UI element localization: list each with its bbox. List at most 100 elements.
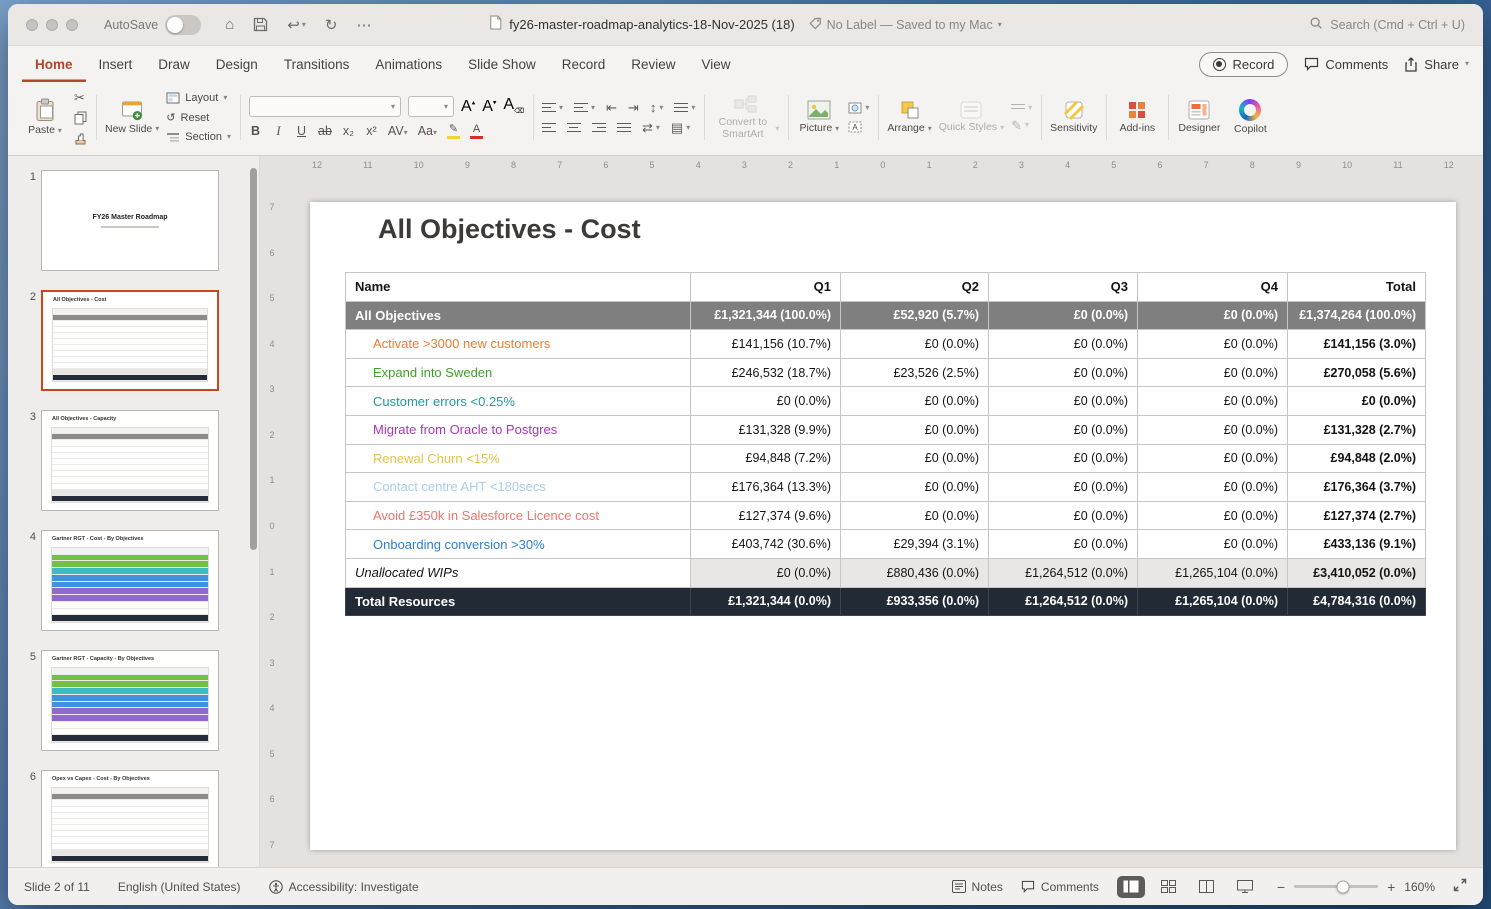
cell-value[interactable]: £131,328 (2.7%) <box>1288 415 1426 444</box>
cell-value[interactable]: £880,436 (0.0%) <box>841 558 989 587</box>
tab-draw[interactable]: Draw <box>145 46 203 82</box>
shape-outline-button[interactable]: ✎▾ <box>1011 119 1032 132</box>
cell-value[interactable]: £0 (0.0%) <box>989 501 1138 530</box>
shapes-button[interactable]: ▾ <box>848 102 869 114</box>
tab-review[interactable]: Review <box>618 46 688 82</box>
row-name[interactable]: Total Resources <box>346 587 691 616</box>
cell-value[interactable]: £270,058 (5.6%) <box>1288 358 1426 387</box>
copy-icon[interactable] <box>74 111 87 125</box>
slide-thumbnail-2[interactable]: 2All Objectives - Cost <box>20 290 259 391</box>
cell-value[interactable]: £0 (0.0%) <box>989 387 1138 416</box>
search-box[interactable]: Search (Cmd + Ctrl + U) <box>1309 4 1465 45</box>
accessibility-status[interactable]: Accessibility: Investigate <box>269 880 419 894</box>
notes-button[interactable]: Notes <box>952 880 1003 894</box>
comments-button[interactable]: Comments <box>1304 57 1388 72</box>
redo-button[interactable]: ↻ <box>325 16 338 34</box>
shape-fill-button[interactable]: ▾ <box>1011 104 1032 112</box>
tab-view[interactable]: View <box>689 46 744 82</box>
cell-value[interactable]: £1,321,344 (100.0%) <box>691 301 841 330</box>
autosave-toggle[interactable] <box>165 15 201 35</box>
row-name[interactable]: Unallocated WIPs <box>346 558 691 587</box>
decrease-indent-button[interactable]: ⇤ <box>606 101 617 114</box>
cell-value[interactable]: £0 (0.0%) <box>1138 387 1288 416</box>
column-header-q1[interactable]: Q1 <box>691 273 841 302</box>
grow-font-button[interactable]: A▴ <box>461 99 475 115</box>
zoom-in-button[interactable]: + <box>1387 880 1395 894</box>
quick-styles-button[interactable]: Quick Styles▾ <box>939 101 1004 134</box>
table-row-7[interactable]: Avoid £350k in Salesforce Licence cost£1… <box>346 501 1426 530</box>
slide-title[interactable]: All Objectives - Cost <box>378 214 641 245</box>
cell-value[interactable]: £0 (0.0%) <box>989 415 1138 444</box>
table-row-2[interactable]: Expand into Sweden£246,532 (18.7%)£23,52… <box>346 358 1426 387</box>
designer-button[interactable]: Designer <box>1177 100 1221 135</box>
tab-animations[interactable]: Animations <box>362 46 455 82</box>
row-name[interactable]: Expand into Sweden <box>346 358 691 387</box>
cell-value[interactable]: £127,374 (9.6%) <box>691 501 841 530</box>
row-name[interactable]: Migrate from Oracle to Postgres <box>346 415 691 444</box>
cell-value[interactable]: £0 (0.0%) <box>1138 501 1288 530</box>
cell-value[interactable]: £0 (0.0%) <box>1138 358 1288 387</box>
cell-value[interactable]: £403,742 (30.6%) <box>691 530 841 559</box>
cell-value[interactable]: £246,532 (18.7%) <box>691 358 841 387</box>
cell-value[interactable]: £1,374,264 (100.0%) <box>1288 301 1426 330</box>
numbering-button[interactable]: ▾ <box>574 103 595 113</box>
tab-transitions[interactable]: Transitions <box>271 46 363 82</box>
cell-value[interactable]: £1,321,344 (0.0%) <box>691 587 841 616</box>
align-left-button[interactable] <box>542 123 556 133</box>
cell-value[interactable]: £141,156 (10.7%) <box>691 330 841 359</box>
superscript-button[interactable]: x² <box>365 125 378 138</box>
row-name[interactable]: Onboarding conversion >30% <box>346 530 691 559</box>
italic-button[interactable]: I <box>272 125 285 138</box>
tab-home[interactable]: Home <box>22 46 86 82</box>
slide-thumbnail-5[interactable]: 5Gartner RGT - Capacity - By Objectives <box>20 650 259 751</box>
cell-value[interactable]: £131,328 (9.9%) <box>691 415 841 444</box>
cell-value[interactable]: £0 (0.0%) <box>841 387 989 416</box>
tab-insert[interactable]: Insert <box>86 46 146 82</box>
save-icon[interactable] <box>253 17 268 32</box>
layout-button[interactable]: Layout▾ <box>166 92 231 104</box>
column-header-q2[interactable]: Q2 <box>841 273 989 302</box>
cell-value[interactable]: £0 (0.0%) <box>989 330 1138 359</box>
copilot-button[interactable]: Copilot <box>1228 99 1272 136</box>
align-center-button[interactable] <box>567 123 581 133</box>
slide-sorter-view-button[interactable] <box>1155 876 1183 898</box>
reading-view-button[interactable] <box>1193 876 1221 898</box>
justify-button[interactable] <box>617 123 631 133</box>
cell-value[interactable]: £433,136 (9.1%) <box>1288 530 1426 559</box>
cell-value[interactable]: £1,264,512 (0.0%) <box>989 587 1138 616</box>
line-spacing-button[interactable]: ↕▾ <box>650 101 664 114</box>
slide-number-indicator[interactable]: Slide 2 of 11 <box>24 880 90 894</box>
align-text-button[interactable]: ▤▾ <box>671 121 690 134</box>
row-name[interactable]: Renewal Churn <15% <box>346 444 691 473</box>
home-icon[interactable]: ⌂ <box>225 16 234 33</box>
cell-value[interactable]: £0 (0.0%) <box>841 444 989 473</box>
cell-value[interactable]: £1,264,512 (0.0%) <box>989 558 1138 587</box>
slide-thumbnail-4[interactable]: 4Gartner RGT - Cost - By Objectives <box>20 530 259 631</box>
cell-value[interactable]: £0 (0.0%) <box>1138 444 1288 473</box>
align-right-button[interactable] <box>592 123 606 133</box>
arrange-button[interactable]: Arrange▾ <box>887 100 931 135</box>
bold-button[interactable]: B <box>249 125 262 138</box>
sensitivity-label-status[interactable]: No Label — Saved to my Mac ▾ <box>809 17 1002 33</box>
zoom-out-button[interactable]: − <box>1277 880 1285 894</box>
change-case-button[interactable]: Aa▾ <box>418 125 437 138</box>
slideshow-view-button[interactable] <box>1231 876 1259 898</box>
section-button[interactable]: Section▾ <box>166 131 231 143</box>
text-direction-button[interactable]: ⇄▾ <box>642 121 660 134</box>
undo-button[interactable]: ↩▾ <box>287 16 306 34</box>
table-row-1[interactable]: Activate >3000 new customers£141,156 (10… <box>346 330 1426 359</box>
thumbnail-scrollbar[interactable] <box>250 168 257 550</box>
cell-value[interactable]: £94,848 (2.0%) <box>1288 444 1426 473</box>
cell-value[interactable]: £176,364 (13.3%) <box>691 473 841 502</box>
cell-value[interactable]: £1,265,104 (0.0%) <box>1138 587 1288 616</box>
bullets-button[interactable]: ▾ <box>542 103 563 113</box>
fullscreen-button[interactable] <box>1453 878 1467 895</box>
subscript-button[interactable]: x₂ <box>342 125 355 138</box>
cell-value[interactable]: £0 (0.0%) <box>1138 330 1288 359</box>
cell-value[interactable]: £0 (0.0%) <box>841 330 989 359</box>
record-button[interactable]: Record <box>1199 52 1289 77</box>
new-slide-button[interactable]: New Slide▾ <box>105 100 159 136</box>
paste-button[interactable]: Paste▾ <box>23 98 67 137</box>
cell-value[interactable]: £94,848 (7.2%) <box>691 444 841 473</box>
language-indicator[interactable]: English (United States) <box>118 880 241 894</box>
